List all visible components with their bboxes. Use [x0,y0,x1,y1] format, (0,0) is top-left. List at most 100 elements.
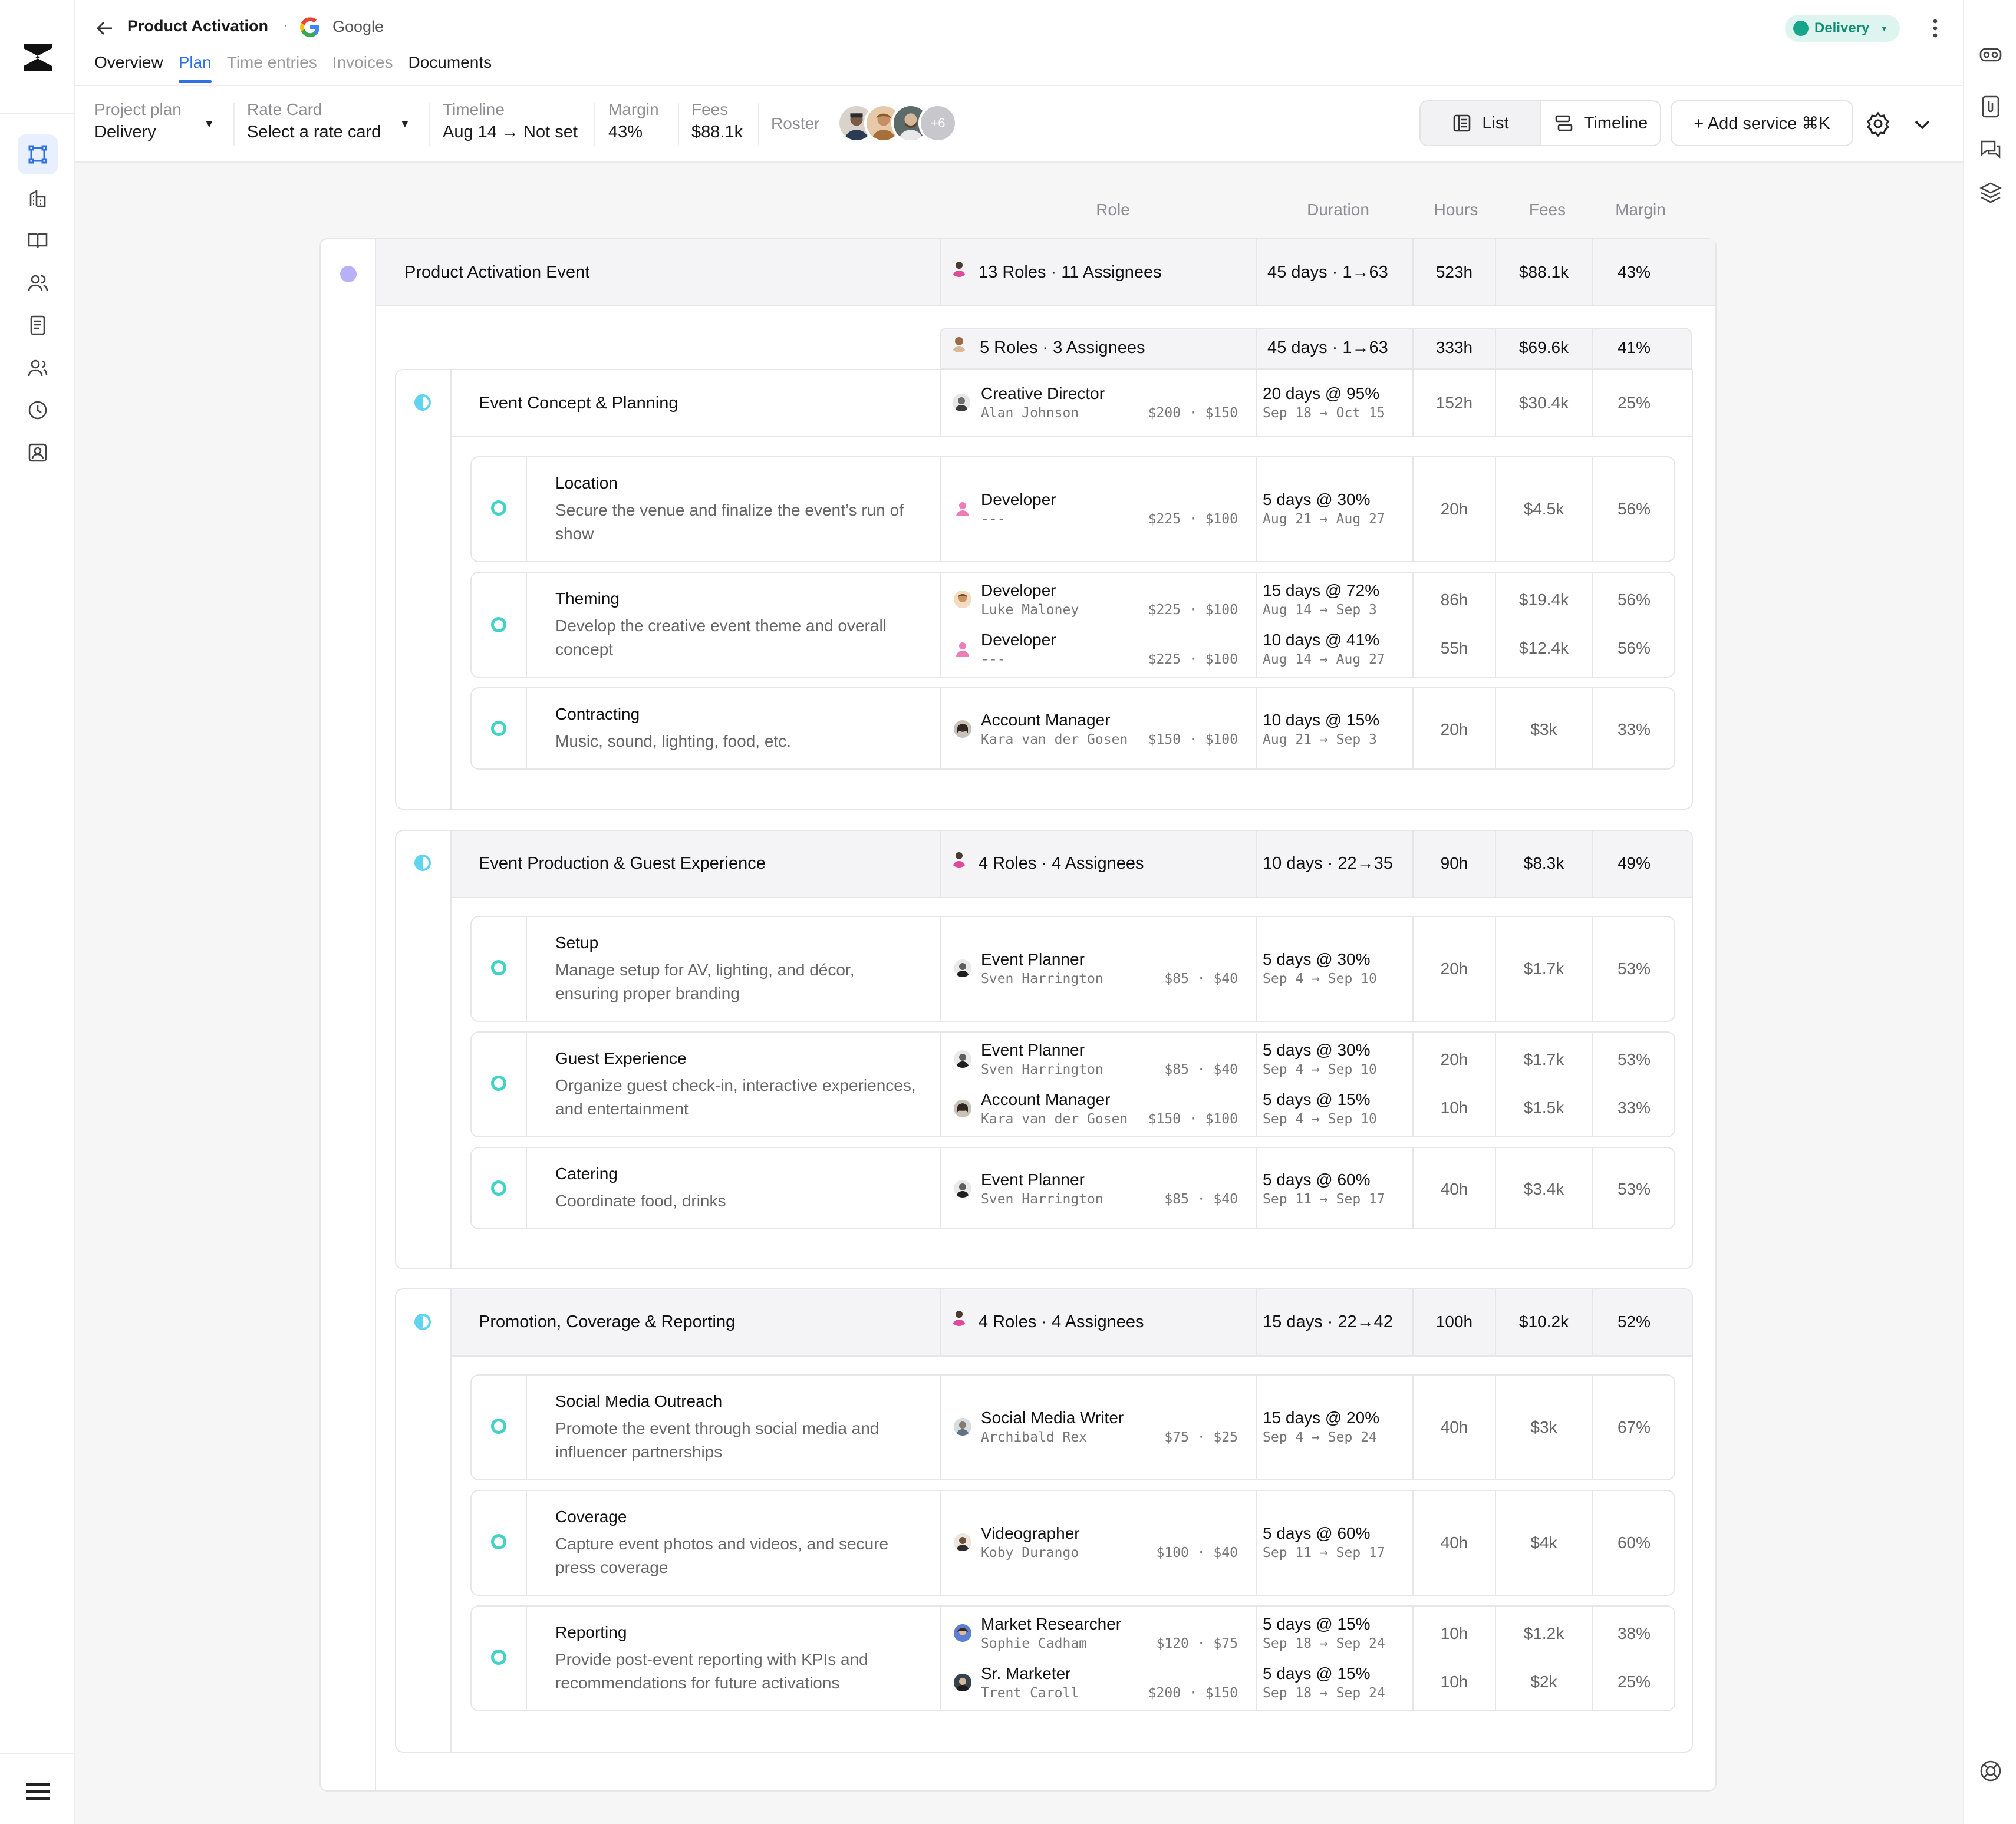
phase-name[interactable]: Event Production & Guest Experience [479,854,766,873]
timeline-label: Timeline [443,100,505,118]
tab-time-entries[interactable]: Time entries [227,53,317,83]
assignee-name: Sophie Cadham [981,1636,1088,1651]
roster-label: Roster [771,114,820,133]
role-name[interactable]: Event Planner [981,1041,1085,1060]
chevron-down-icon[interactable] [1912,114,1932,134]
phase-name[interactable]: Event Concept & Planning [479,394,678,413]
comments-icon[interactable] [1978,138,2003,163]
google-logo-icon [300,17,319,37]
project-fees: $88.1k [1518,263,1569,281]
tab-overview[interactable]: Overview [94,53,163,83]
avatar [954,591,971,608]
list-view-button[interactable]: List [1421,101,1541,145]
role-name[interactable]: Social Media Writer [981,1409,1124,1427]
role-name[interactable]: Developer [981,631,1056,649]
attachment-icon[interactable] [1978,94,2003,119]
role-name[interactable]: Creative Director [981,384,1105,403]
task-name[interactable]: Social Media Outreach [555,1392,722,1411]
status-dropdown[interactable]: Delivery ▼ [1785,15,1900,42]
fees: $4.5k [1523,500,1564,518]
role-name[interactable]: Event Planner [981,1170,1085,1189]
phase-fees: $8.3k [1523,854,1564,872]
documents-icon[interactable] [18,305,58,345]
more-options-icon[interactable] [1926,17,1944,40]
margin: 53% [1617,959,1651,978]
fees: $19.4k [1518,591,1569,609]
hours: 10h [1440,1624,1468,1642]
task-name[interactable]: Contracting [555,705,640,724]
client-name[interactable]: Google [332,18,384,36]
timeline-view-button[interactable]: Timeline [1541,101,1660,145]
phase-marker-icon [414,394,431,411]
task-name[interactable]: Reporting [555,1623,627,1642]
timeline-field[interactable]: Timeline Aug 14 → Not set [443,100,578,142]
tab-plan[interactable]: Plan [178,53,212,83]
column-header-hours: Hours [1434,200,1478,219]
task-name[interactable]: Setup [555,934,598,952]
phase-margin: 49% [1617,854,1651,872]
contact-card-icon[interactable] [18,433,58,473]
task-name[interactable]: Coverage [555,1508,627,1526]
phase-name[interactable]: Promotion, Coverage & Reporting [479,1312,735,1332]
avatar [954,1533,971,1551]
role-name[interactable]: Developer [981,581,1056,600]
task-marker-icon [491,1180,506,1196]
hours: 20h [1440,500,1468,518]
hours: 20h [1440,720,1468,738]
fees: $30.4k [1518,394,1569,412]
add-service-button[interactable]: + Add service ⌘K [1671,100,1853,146]
roster-more-count[interactable]: +6 [918,104,957,143]
tab-documents[interactable]: Documents [408,53,492,83]
task-name[interactable]: Guest Experience [555,1049,687,1068]
left-rail [0,0,75,1824]
project-name[interactable]: Product Activation Event [404,263,589,282]
hours: 40h [1440,1418,1468,1436]
fees: $3k [1530,720,1557,738]
task-name[interactable]: Catering [555,1165,618,1183]
role-name[interactable]: Videographer [981,1524,1080,1543]
book-icon[interactable] [18,220,58,260]
timeline-icon [1555,115,1573,131]
help-lifebuoy-icon[interactable] [1978,1759,2003,1783]
date-range: Sep 4 → Sep 10 [1263,1111,1377,1127]
task-name[interactable]: Theming [555,589,620,608]
rate: $225 · $100 [1148,512,1238,527]
rate-card-select[interactable]: Rate Card Select a rate card [247,100,381,142]
assignee-name: Sven Harrington [981,1192,1103,1207]
team-icon[interactable] [18,348,58,388]
project-duration: 45 days · 1→63 [1267,263,1388,282]
column-header-margin: Margin [1615,200,1666,219]
menu-icon[interactable] [24,1780,52,1803]
rate: $100 · $40 [1156,1545,1238,1561]
phase-roles-summary: 4 Roles · 4 Assignees [979,1312,1144,1331]
building-icon[interactable] [18,178,58,218]
vr-headset-icon[interactable] [1978,42,2003,67]
date-range: Sep 11 → Sep 17 [1263,1192,1385,1207]
people-icon[interactable] [18,263,58,303]
rate: $120 · $75 [1156,1636,1238,1651]
tab-invoices[interactable]: Invoices [332,53,393,83]
gear-icon[interactable] [1865,111,1891,137]
task-description: Provide post-event reporting with KPIs a… [555,1650,868,1692]
rate-card-caret-icon[interactable]: ▼ [400,118,410,130]
task-description: Secure the venue and finalize the event’… [555,501,904,543]
role-name[interactable]: Account Manager [981,1090,1110,1109]
role-name[interactable]: Account Manager [981,711,1110,730]
role-name[interactable]: Market Researcher [981,1615,1121,1634]
clock-icon[interactable] [18,390,58,430]
role-name[interactable]: Event Planner [981,950,1085,969]
fees: $3.4k [1523,1180,1564,1198]
app-logo-icon[interactable] [24,44,52,71]
role-name[interactable]: Sr. Marketer [981,1664,1070,1683]
duration: 10 days @ 41% [1263,631,1380,649]
plan-nav-icon[interactable] [18,134,58,174]
tab-bar: Overview Plan Time entries Invoices Docu… [94,53,492,83]
project-plan-select[interactable]: Project plan Delivery [94,100,182,142]
rate-card-value: Select a rate card [247,123,381,141]
role-name[interactable]: Developer [981,490,1056,509]
project-plan-caret-icon[interactable]: ▼ [204,118,215,130]
date-range: Sep 18 → Sep 24 [1263,1686,1385,1701]
back-arrow-icon[interactable] [94,18,116,39]
task-name[interactable]: Location [555,474,618,493]
layers-icon[interactable] [1978,180,2003,205]
